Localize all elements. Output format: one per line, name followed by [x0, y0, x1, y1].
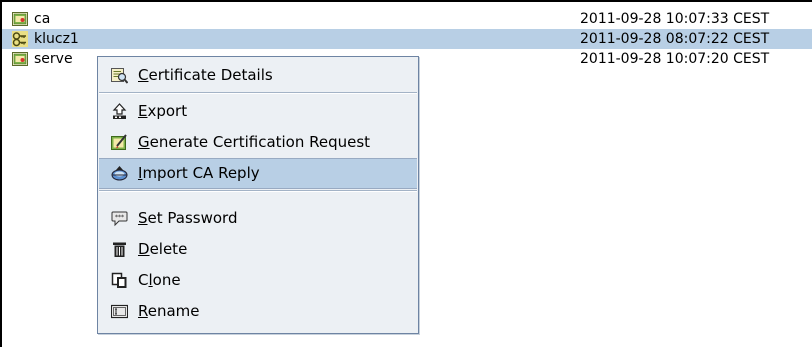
- menu-item-certificate-details[interactable]: Certificate Details: [99, 60, 417, 91]
- import-ca-reply-icon: [111, 166, 128, 181]
- menu-item-rename[interactable]: Rename: [99, 296, 417, 327]
- set-password-icon: ***: [111, 211, 128, 227]
- delete-icon: [113, 242, 126, 257]
- menu-separator: [99, 92, 417, 94]
- entry-date: 2011-09-28 08:07:22 CEST: [580, 31, 770, 47]
- menu-item-label: Certificate Details: [138, 66, 273, 84]
- menu-item-clone[interactable]: Clone: [99, 265, 417, 296]
- rename-icon: [111, 304, 128, 319]
- entry-alias: klucz1: [34, 31, 79, 47]
- menu-item-import-ca-reply[interactable]: Import CA Reply: [99, 158, 417, 189]
- context-menu: Certificate Details Export Generate Cert…: [97, 56, 419, 334]
- entry-date: 2011-09-28 10:07:33 CEST: [580, 11, 770, 27]
- table-row-ca[interactable]: ca 2011-09-28 10:07:33 CEST: [2, 9, 812, 29]
- menu-item-label: Import CA Reply: [138, 164, 260, 182]
- entry-alias: serve: [34, 51, 73, 67]
- export-icon: [112, 103, 127, 119]
- generate-request-icon: [111, 134, 127, 150]
- clone-icon: [111, 272, 127, 288]
- certificate-icon: [12, 12, 28, 26]
- entry-alias: ca: [34, 11, 51, 27]
- menu-item-label: Generate Certification Request: [138, 133, 371, 151]
- menu-item-export[interactable]: Export: [99, 96, 417, 127]
- menu-item-label: Rename: [138, 302, 200, 320]
- keypair-icon: [12, 31, 28, 47]
- table-row-klucz1[interactable]: klucz1 2011-09-28 08:07:22 CEST: [2, 29, 812, 49]
- certificate-icon: [12, 52, 28, 66]
- menu-item-generate-certification-request[interactable]: Generate Certification Request: [99, 127, 417, 158]
- svg-text:***: ***: [115, 214, 124, 221]
- menu-item-label: Delete: [138, 240, 188, 258]
- menu-item-delete[interactable]: Delete: [99, 234, 417, 265]
- menu-item-label: Clone: [138, 271, 181, 289]
- menu-separator: [99, 190, 417, 192]
- certificate-details-icon: [111, 68, 128, 84]
- menu-item-label: Set Password: [138, 209, 238, 227]
- menu-item-set-password[interactable]: *** Set Password: [99, 203, 417, 234]
- menu-item-label: Export: [138, 102, 188, 120]
- entry-date: 2011-09-28 10:07:20 CEST: [580, 51, 770, 67]
- keystore-table: ca 2011-09-28 10:07:33 CEST klucz1 2011-…: [0, 0, 812, 347]
